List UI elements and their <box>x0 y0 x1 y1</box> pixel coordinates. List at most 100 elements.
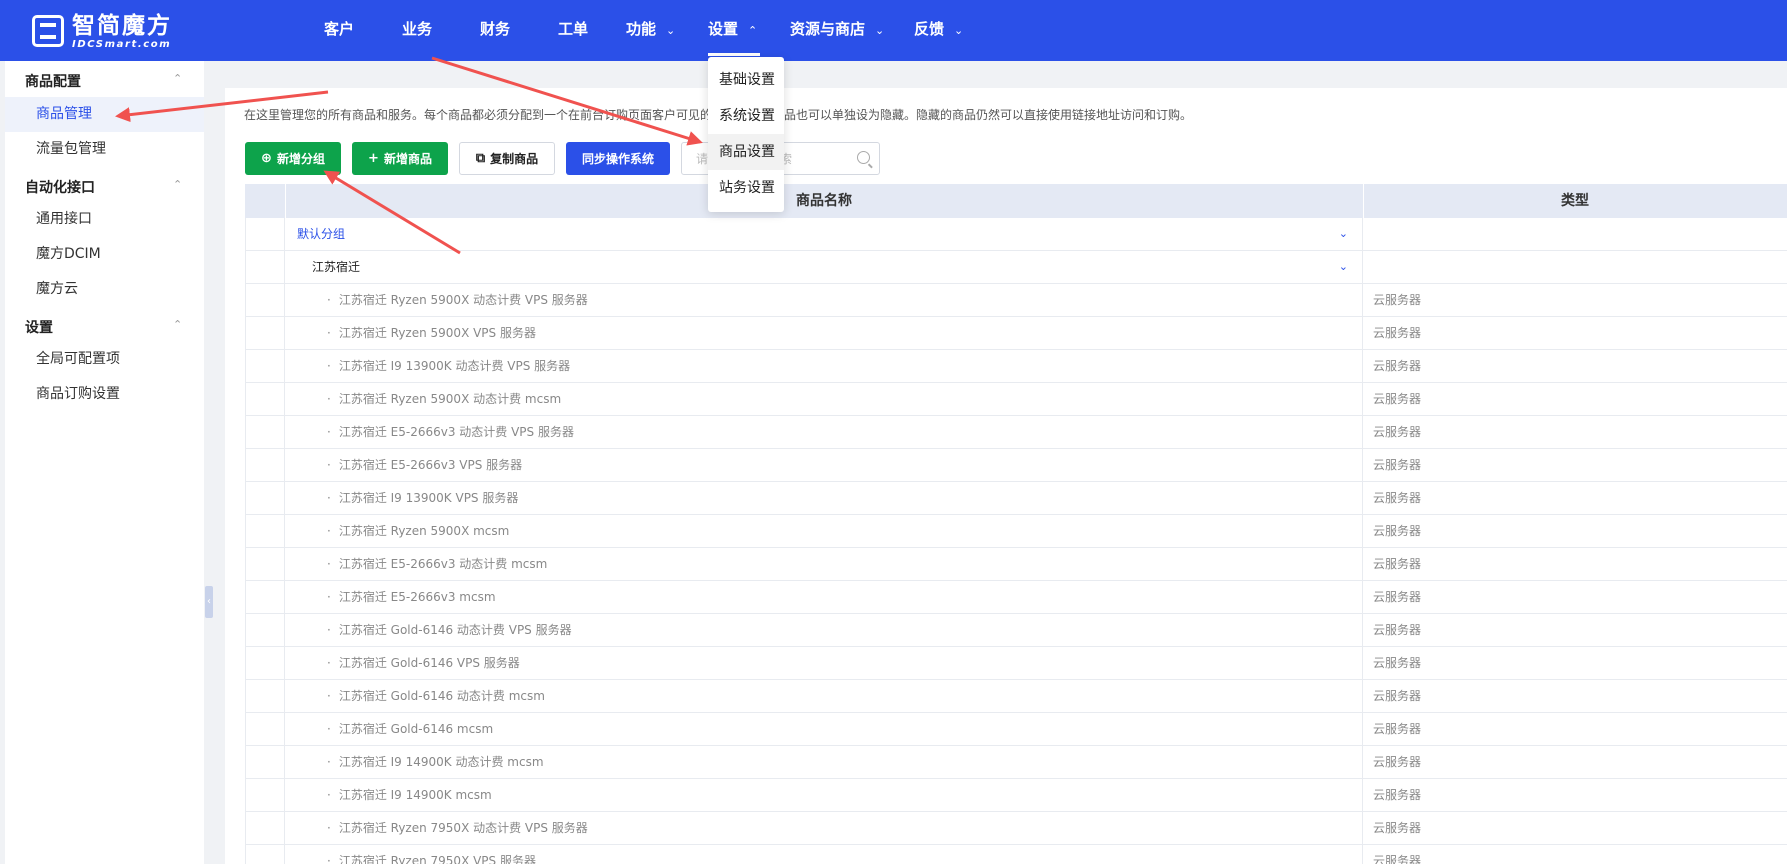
sidebar-item-traffic-package[interactable]: 流量包管理 <box>5 132 204 167</box>
table-row[interactable]: · 江苏宿迁 Ryzen 5900X 动态计费 mcsm 云服务器 <box>245 383 1787 416</box>
nav-item-customers[interactable]: 客户 <box>324 0 354 58</box>
nav-item-business[interactable]: 业务 <box>402 0 432 58</box>
settings-dropdown-menu: 基础设置 系统设置 商品设置 站务设置 <box>708 57 784 212</box>
main-card: 在这里管理您的所有商品和服务。每个商品都必须分配到一个在前台订购页面客户可见的商… <box>225 88 1787 864</box>
product-name[interactable]: 江苏宿迁 I9 14900K 动态计费 mcsm <box>339 755 544 769</box>
product-name[interactable]: 江苏宿迁 Ryzen 5900X 动态计费 VPS 服务器 <box>339 293 588 307</box>
nav-item-feedback[interactable]: 反馈 ⌄ <box>914 0 963 58</box>
copy-product-button[interactable]: ⧉ 复制商品 <box>459 142 555 175</box>
chevron-down-icon: ⌄ <box>875 24 885 37</box>
table-row[interactable]: · 江苏宿迁 I9 14900K 动态计费 mcsm 云服务器 <box>245 746 1787 779</box>
product-name[interactable]: 江苏宿迁 Ryzen 7950X 动态计费 VPS 服务器 <box>339 821 588 835</box>
nav-item-tickets[interactable]: 工单 <box>558 0 588 58</box>
sidebar-item-product-management[interactable]: 商品管理 <box>5 97 204 132</box>
bullet-dot-icon: · <box>327 821 331 835</box>
product-name[interactable]: 江苏宿迁 E5-2666v3 mcsm <box>339 590 496 604</box>
search-icon[interactable] <box>857 151 870 164</box>
row-select-cell <box>245 548 285 580</box>
chevron-down-icon[interactable]: ⌄ <box>1339 251 1348 283</box>
brand-logo[interactable]: 智简魔方 IDCSmart.com <box>32 13 172 50</box>
row-select-cell <box>245 284 285 316</box>
product-name[interactable]: 江苏宿迁 E5-2666v3 VPS 服务器 <box>339 458 522 472</box>
product-name[interactable]: 江苏宿迁 Gold-6146 mcsm <box>339 722 493 736</box>
table-row-subgroup[interactable]: 江苏宿迁 ⌄ <box>245 251 1787 284</box>
table-row[interactable]: · 江苏宿迁 I9 14900K mcsm 云服务器 <box>245 779 1787 812</box>
sidebar-group-automation-api[interactable]: 自动化接口 <box>25 177 95 197</box>
product-name[interactable]: 江苏宿迁 Gold-6146 VPS 服务器 <box>339 656 520 670</box>
nav-active-indicator <box>708 53 760 56</box>
table-row-group[interactable]: 默认分组 ⌄ <box>245 218 1787 251</box>
row-select-cell <box>245 647 285 679</box>
product-name[interactable]: 江苏宿迁 Ryzen 7950X VPS 服务器 <box>339 854 536 864</box>
sidebar-item-cloud[interactable]: 魔方云 <box>5 272 204 307</box>
table-row[interactable]: · 江苏宿迁 Gold-6146 动态计费 VPS 服务器 云服务器 <box>245 614 1787 647</box>
chevron-up-icon[interactable]: ⌃ <box>173 72 182 85</box>
add-group-button[interactable]: ⊕ 新增分组 <box>245 142 341 175</box>
column-header-name: 商品名称 <box>796 193 852 209</box>
product-name[interactable]: 江苏宿迁 I9 14900K mcsm <box>339 788 492 802</box>
product-name[interactable]: 江苏宿迁 Gold-6146 动态计费 VPS 服务器 <box>339 623 572 637</box>
menu-item-system-settings[interactable]: 系统设置 <box>708 98 784 134</box>
nav-item-settings[interactable]: 设置 ⌃ <box>708 0 757 58</box>
table-row[interactable]: · 江苏宿迁 Gold-6146 VPS 服务器 云服务器 <box>245 647 1787 680</box>
bullet-dot-icon: · <box>327 623 331 637</box>
table-row[interactable]: · 江苏宿迁 Gold-6146 mcsm 云服务器 <box>245 713 1787 746</box>
product-name[interactable]: 江苏宿迁 Ryzen 5900X VPS 服务器 <box>339 326 536 340</box>
chevron-up-icon[interactable]: ⌃ <box>173 178 182 191</box>
nav-item-features[interactable]: 功能 ⌄ <box>626 0 675 58</box>
product-name[interactable]: 江苏宿迁 I9 13900K VPS 服务器 <box>339 491 519 505</box>
menu-item-product-settings[interactable]: 商品设置 <box>708 134 784 170</box>
product-name[interactable]: 江苏宿迁 Ryzen 5900X 动态计费 mcsm <box>339 392 561 406</box>
chevron-down-icon[interactable]: ⌄ <box>1339 218 1348 250</box>
table-row[interactable]: · 江苏宿迁 Ryzen 7950X 动态计费 VPS 服务器 云服务器 <box>245 812 1787 845</box>
sidebar-collapse-handle[interactable]: ‹ <box>205 586 213 618</box>
product-name[interactable]: 江苏宿迁 I9 13900K 动态计费 VPS 服务器 <box>339 359 570 373</box>
product-type: 云服务器 <box>1373 557 1422 571</box>
bullet-dot-icon: · <box>327 458 331 472</box>
row-select-cell <box>245 680 285 712</box>
row-select-cell <box>245 779 285 811</box>
subgroup-name: 江苏宿迁 <box>312 260 361 274</box>
table-row[interactable]: · 江苏宿迁 I9 13900K 动态计费 VPS 服务器 云服务器 <box>245 350 1787 383</box>
table-row[interactable]: · 江苏宿迁 E5-2666v3 动态计费 mcsm 云服务器 <box>245 548 1787 581</box>
product-table: 商品名称 类型 默认分组 ⌄ 江苏宿迁 ⌄ · 江苏宿迁 Ryzen 5900X 动态… <box>245 184 1787 864</box>
sidebar-group-settings[interactable]: 设置 <box>25 317 53 337</box>
product-name[interactable]: 江苏宿迁 Ryzen 5900X mcsm <box>339 524 510 538</box>
sidebar-item-generic-api[interactable]: 通用接口 <box>5 202 204 237</box>
nav-item-resources-store[interactable]: 资源与商店 ⌄ <box>790 0 884 58</box>
table-row[interactable]: · 江苏宿迁 Ryzen 5900X VPS 服务器 云服务器 <box>245 317 1787 350</box>
group-name: 默认分组 <box>297 227 346 241</box>
table-row[interactable]: · 江苏宿迁 E5-2666v3 VPS 服务器 云服务器 <box>245 449 1787 482</box>
product-name[interactable]: 江苏宿迁 Gold-6146 动态计费 mcsm <box>339 689 545 703</box>
table-row[interactable]: · 江苏宿迁 Ryzen 7950X VPS 服务器 云服务器 <box>245 845 1787 864</box>
product-name[interactable]: 江苏宿迁 E5-2666v3 动态计费 mcsm <box>339 557 548 571</box>
sidebar-item-order-settings[interactable]: 商品订购设置 <box>5 377 204 412</box>
sidebar-item-global-options[interactable]: 全局可配置项 <box>5 342 204 377</box>
product-type: 云服务器 <box>1373 425 1422 439</box>
row-select-cell <box>245 482 285 514</box>
product-type: 云服务器 <box>1373 854 1422 864</box>
row-select-cell <box>245 581 285 613</box>
chevron-down-icon: ⌄ <box>954 24 964 37</box>
bullet-dot-icon: · <box>327 722 331 736</box>
sidebar-group-product-config[interactable]: 商品配置 <box>25 71 81 91</box>
table-row[interactable]: · 江苏宿迁 E5-2666v3 mcsm 云服务器 <box>245 581 1787 614</box>
table-row[interactable]: · 江苏宿迁 E5-2666v3 动态计费 VPS 服务器 云服务器 <box>245 416 1787 449</box>
table-row[interactable]: · 江苏宿迁 Ryzen 5900X mcsm 云服务器 <box>245 515 1787 548</box>
row-select-cell <box>245 449 285 481</box>
sync-os-button[interactable]: 同步操作系统 <box>566 142 670 175</box>
menu-item-site-settings[interactable]: 站务设置 <box>708 170 784 206</box>
bullet-dot-icon: · <box>327 689 331 703</box>
chevron-up-icon[interactable]: ⌃ <box>173 318 182 331</box>
table-row[interactable]: · 江苏宿迁 Gold-6146 动态计费 mcsm 云服务器 <box>245 680 1787 713</box>
table-row[interactable]: · 江苏宿迁 I9 13900K VPS 服务器 云服务器 <box>245 482 1787 515</box>
product-type: 云服务器 <box>1373 755 1422 769</box>
nav-item-finance[interactable]: 财务 <box>480 0 510 58</box>
add-product-button[interactable]: + 新增商品 <box>352 142 448 175</box>
bullet-dot-icon: · <box>327 392 331 406</box>
menu-item-basic-settings[interactable]: 基础设置 <box>708 62 784 98</box>
sidebar-item-dcim[interactable]: 魔方DCIM <box>5 237 204 272</box>
table-row[interactable]: · 江苏宿迁 Ryzen 5900X 动态计费 VPS 服务器 云服务器 <box>245 284 1787 317</box>
product-name[interactable]: 江苏宿迁 E5-2666v3 动态计费 VPS 服务器 <box>339 425 574 439</box>
bullet-dot-icon: · <box>327 425 331 439</box>
